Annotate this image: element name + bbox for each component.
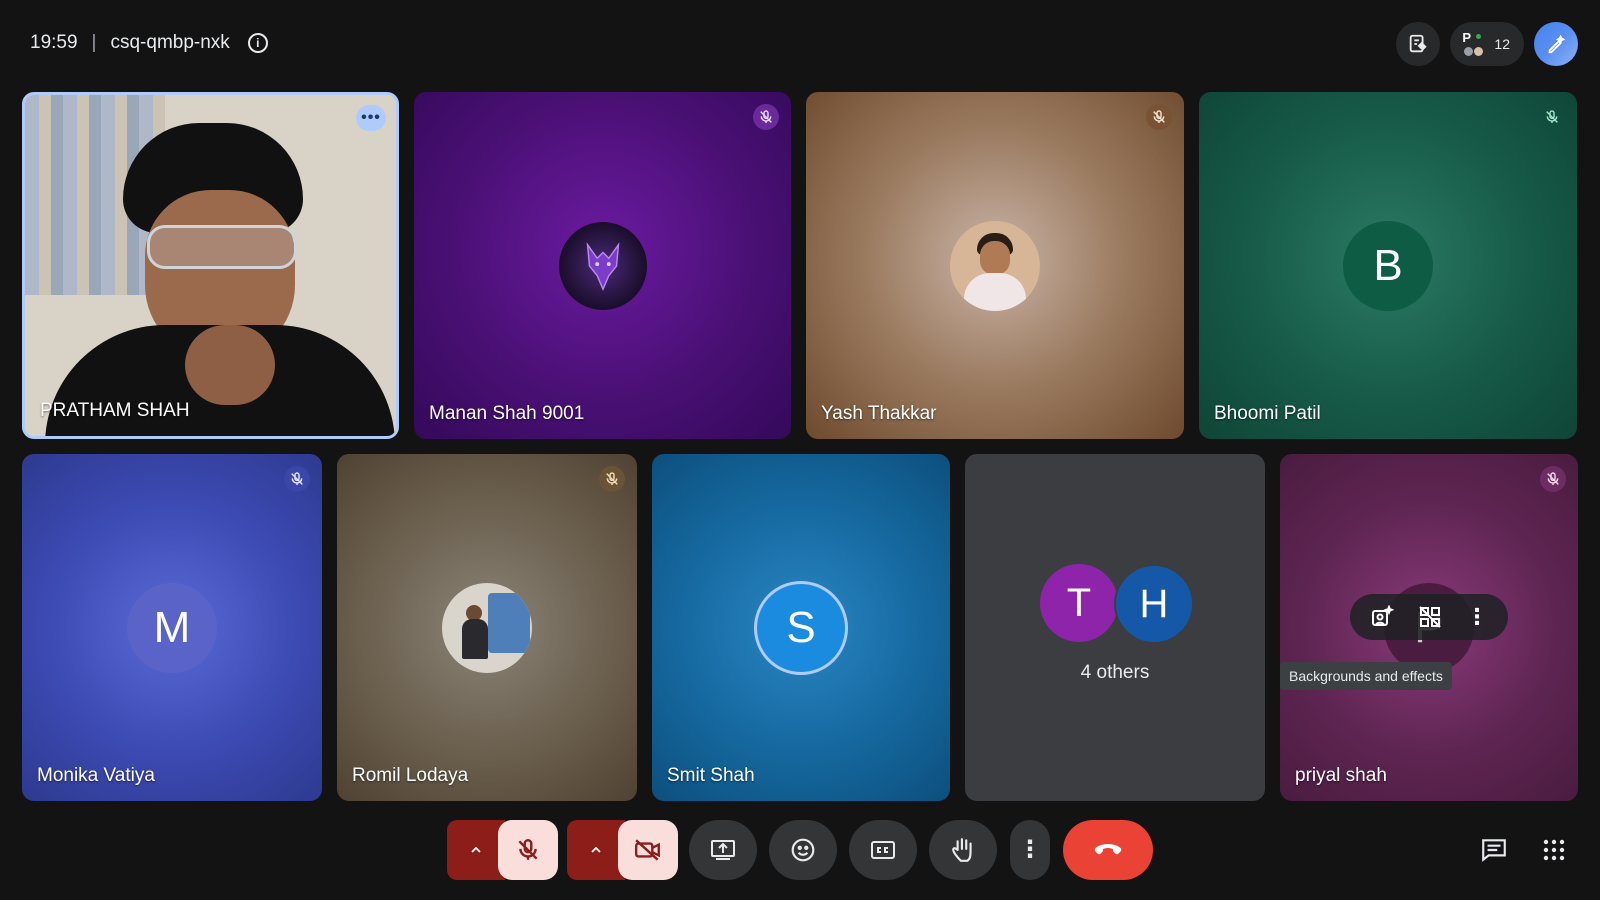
pen-sparkle-icon <box>1548 34 1566 54</box>
mic-off-icon <box>1546 110 1558 123</box>
avatar-image <box>950 220 1040 311</box>
captions-icon <box>871 841 895 859</box>
participant-count: 12 <box>1494 36 1510 52</box>
avatar-initial: M <box>127 582 217 673</box>
hand-icon <box>952 838 972 862</box>
audio-options-button[interactable] <box>447 820 505 880</box>
meeting-time: 19:59 <box>30 32 78 53</box>
wolf-logo-icon <box>586 241 619 291</box>
top-bar: 19:59 | csq-qmbp-nxk i P 12 <box>0 0 1600 90</box>
meeting-code: csq-qmbp-nxk <box>110 32 230 53</box>
microphone-button[interactable] <box>498 820 558 880</box>
reactions-button[interactable] <box>769 820 837 880</box>
participant-name: Manan Shah 9001 <box>429 403 585 424</box>
participant-name: Smit Shah <box>667 765 755 786</box>
participant-tile-bhoomi-patil[interactable]: B Bhoomi Patil <box>1199 92 1577 439</box>
chevron-up-icon <box>471 846 481 853</box>
present-screen-icon <box>711 840 735 860</box>
host-controls-button[interactable] <box>1396 22 1441 66</box>
avatar-initial: S <box>754 580 848 675</box>
mic-off-badge <box>284 466 310 492</box>
others-label: 4 others <box>1080 662 1150 683</box>
mic-off-badge <box>1540 466 1566 492</box>
more-vert-icon: ⋮ <box>1018 836 1042 863</box>
end-call-icon <box>1094 844 1122 855</box>
separator: | <box>91 32 97 53</box>
top-right-actions: P 12 <box>1396 22 1578 66</box>
avatar-initial: B <box>1343 220 1433 311</box>
mic-off-badge <box>753 104 779 130</box>
video-options-button[interactable] <box>567 820 625 880</box>
mic-off-icon <box>1153 110 1165 123</box>
avatar-image <box>442 582 532 673</box>
participant-tile-smit-shah[interactable]: S Smit Shah <box>652 454 950 801</box>
mic-off-icon <box>1547 472 1559 485</box>
pip-button[interactable] <box>1418 605 1442 629</box>
participant-name: Romil Lodaya <box>352 765 469 786</box>
effects-icon <box>1372 605 1394 626</box>
tile-hover-actions: ⋮ <box>1350 594 1508 640</box>
backgrounds-effects-button[interactable] <box>1370 605 1394 629</box>
participant-name: Yash Thakkar <box>821 403 937 424</box>
mic-off-icon <box>760 110 772 123</box>
chat-icon <box>1482 839 1506 862</box>
others-avatars: T H <box>1040 564 1195 644</box>
camera-button[interactable] <box>618 820 678 880</box>
participant-tile-monika-vatiya[interactable]: M Monika Vatiya <box>22 454 322 801</box>
info-icon[interactable]: i <box>247 33 268 53</box>
participant-tile-manan-shah[interactable]: Manan Shah 9001 <box>414 92 791 439</box>
mic-off-icon <box>291 472 303 485</box>
participant-name: priyal shah <box>1295 765 1387 786</box>
mic-off-icon <box>518 839 538 860</box>
mic-off-badge <box>599 466 625 492</box>
more-options-button[interactable]: ••• <box>356 105 386 131</box>
participant-tile-yash-thakkar[interactable]: Yash Thakkar <box>806 92 1184 439</box>
bottom-controls: ⋮ <box>0 820 1600 880</box>
leave-call-button[interactable] <box>1063 820 1153 880</box>
host-controls-icon <box>1410 34 1428 53</box>
video-feed <box>25 95 396 436</box>
raise-hand-button[interactable] <box>929 820 997 880</box>
participant-tile-others[interactable]: T H 4 others <box>965 454 1265 801</box>
glasses <box>147 225 297 269</box>
avatar-initial-h: H <box>1114 564 1194 644</box>
mic-off-badge <box>1539 104 1565 130</box>
person-hand <box>185 325 275 405</box>
participant-tile-pratham-shah[interactable]: ••• PRATHAM SHAH <box>22 92 399 439</box>
participant-tile-priyal-shah[interactable]: P ⋮ priyal shah <box>1280 454 1578 801</box>
participants-avatar-icon: P <box>1462 30 1486 56</box>
participant-name: Monika Vatiya <box>37 765 155 786</box>
present-button[interactable] <box>689 820 757 880</box>
chevron-up-icon <box>591 846 601 853</box>
chat-button[interactable] <box>1472 820 1516 880</box>
activities-button[interactable] <box>1532 820 1576 880</box>
remove-tile-icon <box>1419 606 1441 628</box>
participant-name: PRATHAM SHAH <box>40 400 190 421</box>
emoji-icon <box>791 838 815 862</box>
more-options-button[interactable]: ⋮ <box>1010 820 1050 880</box>
meeting-info: 19:59 | csq-qmbp-nxk i <box>30 32 268 54</box>
ai-assist-button[interactable] <box>1534 22 1578 66</box>
apps-grid-icon <box>1543 839 1565 861</box>
mic-off-icon <box>606 472 618 485</box>
captions-button[interactable] <box>849 820 917 880</box>
mic-off-badge <box>1146 104 1172 130</box>
people-button[interactable]: P 12 <box>1450 22 1524 66</box>
camera-off-icon <box>634 839 660 861</box>
avatar-initial-t: T <box>1040 564 1118 642</box>
participant-name: Bhoomi Patil <box>1214 403 1321 424</box>
tile-more-options-button[interactable]: ⋮ <box>1466 606 1488 628</box>
tooltip: Backgrounds and effects <box>1280 662 1452 690</box>
participant-tile-romil-lodaya[interactable]: Romil Lodaya <box>337 454 637 801</box>
avatar-image <box>558 221 647 310</box>
